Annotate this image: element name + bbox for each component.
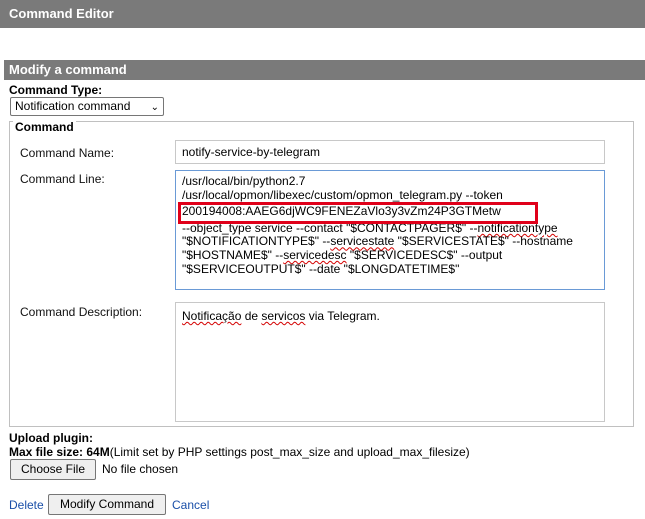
delete-link[interactable]: Delete — [9, 498, 44, 512]
command-type-label: Command Type: — [9, 83, 103, 97]
max-file-size-value: Max file size: 64M — [9, 445, 110, 459]
args-part-b: "$NOTIFICATIONTYPE$" -- — [182, 234, 331, 249]
upload-plugin-label: Upload plugin: — [9, 431, 93, 445]
command-line-text-1: /usr/local/bin/python2.7 — [182, 175, 306, 188]
desc-word-1: Notificação — [182, 309, 242, 323]
command-name-input[interactable]: notify-service-by-telegram — [175, 140, 605, 164]
command-name-label: Command Name: — [20, 146, 115, 160]
desc-end: via Telegram. — [305, 309, 380, 323]
chevron-down-icon: ⌄ — [150, 102, 159, 113]
modify-command-button[interactable]: Modify Command — [48, 494, 166, 515]
command-line-args: --object_type service --contact "$CONTAC… — [182, 220, 598, 276]
command-line-textarea[interactable]: /usr/local/bin/python2.7 /usr/local/opmo… — [175, 170, 605, 290]
section-title: Modify a command — [4, 60, 645, 80]
choose-file-button[interactable]: Choose File — [10, 459, 96, 480]
command-description-textarea[interactable]: Notificação de servicos via Telegram. — [175, 302, 605, 422]
window-title: Command Editor — [0, 0, 645, 28]
no-file-chosen: No file chosen — [102, 462, 179, 476]
args-part-a: --object_type service --contact "$CONTAC… — [182, 220, 478, 235]
args-squiggle-1: notificationtype — [477, 220, 558, 235]
args-squiggle-2: servicestate — [330, 234, 395, 249]
args-squiggle-3: servicedesc — [283, 247, 347, 262]
cancel-link[interactable]: Cancel — [172, 498, 209, 512]
command-line-text-2: /usr/local/opmon/libexec/custom/opmon_te… — [182, 188, 503, 202]
command-line-label: Command Line: — [20, 172, 105, 186]
command-type-selected: Notification command — [15, 99, 131, 113]
max-file-size-note: (Limit set by PHP settings post_max_size… — [109, 445, 470, 459]
desc-mid: de — [241, 309, 262, 323]
desc-word-2: servicos — [261, 309, 306, 323]
command-description-label: Command Description: — [20, 305, 143, 319]
command-type-select[interactable]: Notification command ⌄ — [10, 97, 164, 116]
command-legend: Command — [13, 120, 76, 134]
max-file-size: Max file size: 64M(Limit set by PHP sett… — [9, 445, 470, 459]
command-line-token: 200194008:AAEG6djWC9FENEZaVlo3y3vZm24P3G… — [182, 205, 501, 219]
